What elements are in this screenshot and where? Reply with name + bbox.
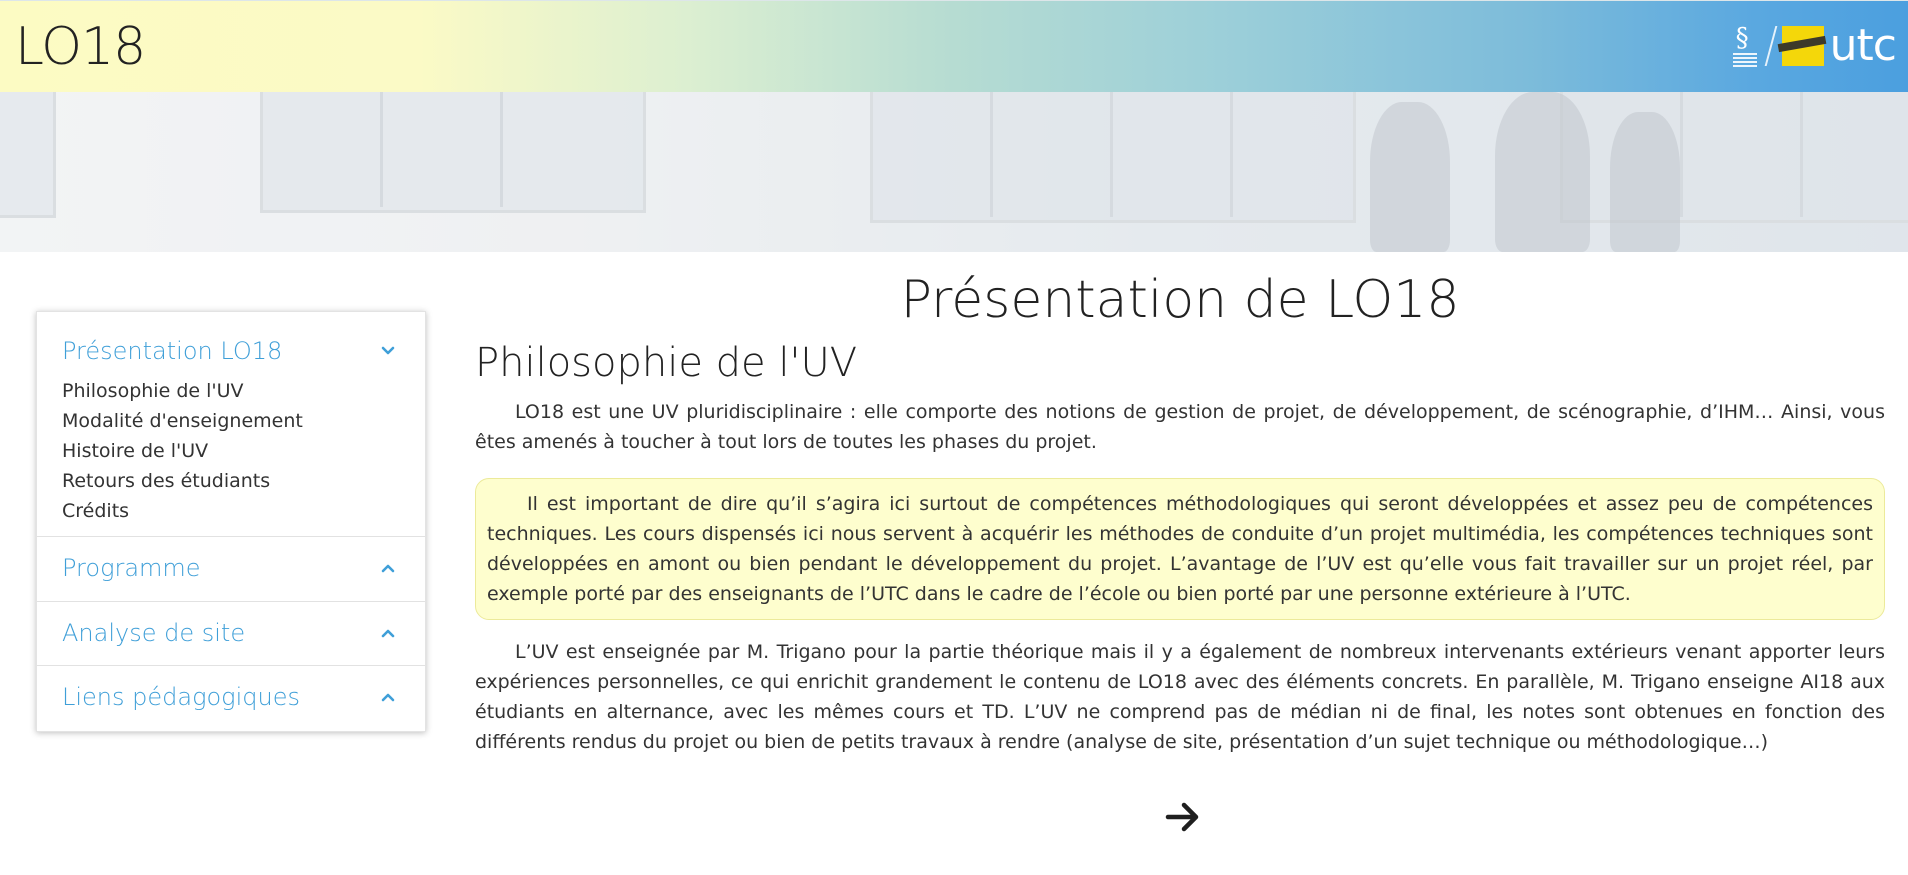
sidebar-item-histoire[interactable]: Histoire de l'UV [62,436,303,466]
site-header: LO18 § utc [0,0,1908,92]
accordion-label[interactable]: Analyse de site [62,619,245,647]
sidebar-accordion: Présentation LO18 Philosophie de l'UV Mo… [36,311,426,732]
accordion-header-programme[interactable]: Programme [37,537,425,599]
page-title: Présentation de LO18 [900,270,1460,330]
utc-logo[interactable]: § utc [1730,20,1897,71]
intro-paragraph: LO18 est une UV pluridisciplinaire : ell… [475,401,1885,453]
accordion-label[interactable]: Programme [62,554,201,582]
callout-text: Il est important de dire qu’il s’agira i… [487,493,1873,605]
accordion-sublist: Philosophie de l'UV Modalité d'enseignem… [62,376,303,526]
accordion-header-presentation[interactable]: Présentation LO18 [37,320,425,382]
highlight-callout: Il est important de dire qu’il s’agira i… [475,478,1885,620]
accordion-header-analyse[interactable]: Analyse de site [37,602,425,664]
site-title[interactable]: LO18 [15,17,146,77]
accordion-label[interactable]: Liens pédagogiques [62,683,300,711]
chevron-up-icon[interactable] [381,690,395,704]
arrow-right-icon[interactable] [1163,797,1203,837]
utc-flag-icon [1777,26,1826,66]
sidebar-item-retours[interactable]: Retours des étudiants [62,466,303,496]
alliance-sorbonne-logo-icon: § [1730,23,1760,69]
sidebar-item-credits[interactable]: Crédits [62,496,303,526]
hero-banner-image [0,92,1908,252]
accordion-label[interactable]: Présentation LO18 [62,337,282,365]
section-title: Philosophie de l'UV [475,340,858,386]
logo-separator [1764,26,1778,66]
body-paragraph: L’UV est enseignée par M. Trigano pour l… [475,641,1885,753]
utc-logo-text: utc [1829,20,1897,71]
chevron-down-icon[interactable] [381,344,395,358]
sidebar-item-philosophie[interactable]: Philosophie de l'UV [62,376,303,406]
chevron-up-icon[interactable] [381,626,395,640]
chevron-up-icon[interactable] [381,561,395,575]
sidebar-item-modalite[interactable]: Modalité d'enseignement [62,406,303,436]
accordion-header-liens[interactable]: Liens pédagogiques [37,666,425,728]
